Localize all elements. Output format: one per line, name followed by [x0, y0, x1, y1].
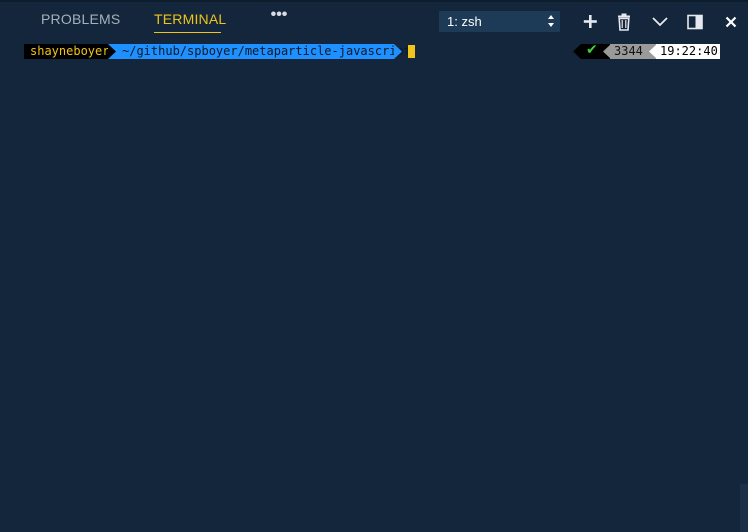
powerline-arrow-icon	[108, 44, 116, 59]
tab-problems[interactable]: PROBLEMS	[41, 11, 120, 27]
new-terminal-button[interactable]	[579, 11, 601, 33]
more-actions-button[interactable]: •••	[269, 7, 289, 28]
prompt-user-segment: shayneboyer	[24, 44, 109, 59]
kill-terminal-button[interactable]	[613, 11, 635, 33]
chevron-down-icon	[652, 17, 668, 27]
trash-icon	[618, 13, 630, 31]
close-icon	[725, 16, 737, 28]
plus-icon	[583, 15, 597, 28]
tab-terminal[interactable]: TERMINAL	[154, 11, 226, 27]
terminal-panel: PROBLEMS TERMINAL ••• 1: zsh shayneboyer…	[0, 0, 748, 532]
prompt-path-segment: ~/github/spboyer/metaparticle-javascript	[116, 44, 411, 59]
prompt-time: 19:22:40	[656, 44, 720, 59]
terminal-instance-select[interactable]: 1: zsh	[439, 11, 560, 32]
terminal-output[interactable]: shayneboyer ~/github/spboyer/metaparticl…	[0, 40, 748, 532]
powerline-arrow-icon	[394, 44, 402, 59]
history-number: 3344	[610, 44, 650, 59]
select-arrows-icon	[548, 15, 554, 27]
split-panel-icon	[687, 14, 703, 30]
toggle-panel-position-button[interactable]	[684, 11, 706, 33]
maximize-panel-button[interactable]	[649, 11, 671, 33]
terminal-instance-label: 1: zsh	[447, 14, 482, 29]
active-tab-indicator	[154, 32, 221, 33]
panel-header: PROBLEMS TERMINAL ••• 1: zsh	[0, 0, 748, 40]
close-panel-button[interactable]	[720, 11, 742, 33]
powerline-left-arrow-icon	[573, 44, 581, 59]
terminal-cursor	[408, 45, 415, 58]
check-icon: ✔	[586, 42, 598, 58]
terminal-scrollbar[interactable]	[740, 484, 748, 532]
